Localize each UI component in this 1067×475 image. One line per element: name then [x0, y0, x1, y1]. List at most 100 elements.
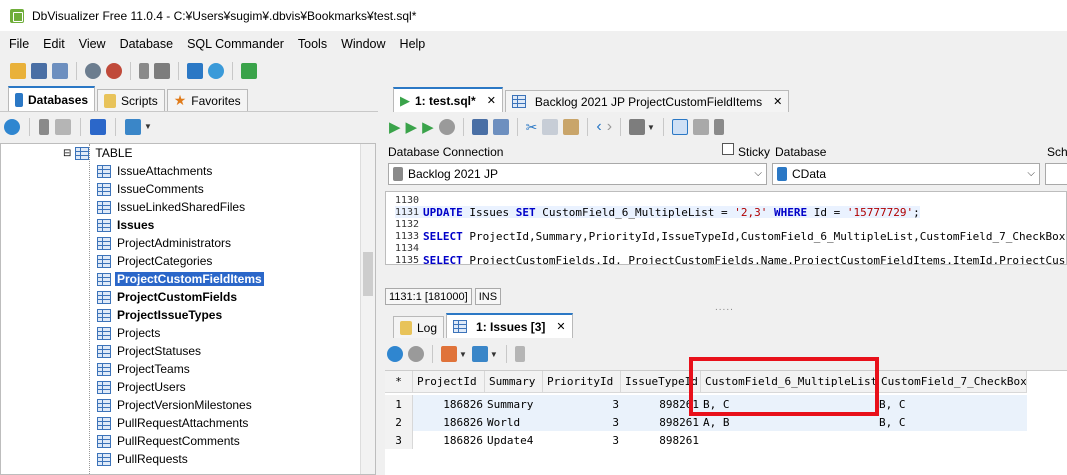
- row-number[interactable]: 3: [385, 431, 413, 449]
- copy-icon[interactable]: [542, 119, 559, 135]
- menu-view[interactable]: View: [72, 37, 113, 51]
- tools-icon[interactable]: [629, 119, 646, 135]
- table-cell[interactable]: B, C: [877, 413, 1027, 431]
- table-cell[interactable]: Summary: [485, 395, 543, 413]
- table-cell[interactable]: [701, 431, 877, 449]
- tree-item-table[interactable]: IssueLinkedSharedFiles: [97, 198, 247, 216]
- table-cell[interactable]: A, B: [701, 413, 877, 431]
- refresh-icon[interactable]: [4, 118, 20, 135]
- column-header[interactable]: ProjectId: [413, 371, 485, 393]
- monitor-icon[interactable]: [208, 63, 224, 79]
- tab-project-custom-field-items[interactable]: Backlog 2021 JP ProjectCustomFieldItems …: [504, 90, 790, 112]
- table-cell[interactable]: 186826: [413, 413, 485, 431]
- database-connection-select[interactable]: Backlog 2021 JP ⌵: [388, 163, 767, 185]
- tools-icon[interactable]: [154, 63, 170, 79]
- layout-toggle-icon[interactable]: [671, 119, 688, 135]
- table-cell[interactable]: 898261: [621, 431, 701, 449]
- chevron-down-icon[interactable]: ▼: [490, 350, 498, 359]
- stop-icon[interactable]: [438, 119, 455, 135]
- menu-database[interactable]: Database: [113, 37, 181, 51]
- execute-icon[interactable]: ▶: [389, 118, 401, 136]
- menu-sql-commander[interactable]: SQL Commander: [180, 37, 291, 51]
- tree-item-table[interactable]: ProjectIssueTypes: [97, 306, 224, 324]
- tree-item-table[interactable]: PullRequests: [97, 450, 190, 468]
- connect-icon[interactable]: [85, 63, 101, 79]
- stop-icon[interactable]: [408, 346, 424, 362]
- save-icon[interactable]: [471, 119, 488, 135]
- table-cell[interactable]: 898261: [621, 413, 701, 431]
- run-icon[interactable]: [241, 63, 257, 79]
- tree-item-table[interactable]: ProjectVersionMilestones: [97, 396, 254, 414]
- tree-item-table[interactable]: IssueAttachments: [97, 162, 214, 180]
- tab-test-sql[interactable]: ▶ 1: test.sql* ✕: [393, 87, 503, 112]
- tree-scrollbar[interactable]: [360, 144, 375, 474]
- cut-icon[interactable]: ✂: [526, 119, 538, 136]
- back-icon[interactable]: ‹: [596, 118, 601, 136]
- table-cell[interactable]: B, C: [877, 395, 1027, 413]
- row-number[interactable]: 1: [385, 395, 413, 413]
- column-header[interactable]: Summary: [485, 371, 543, 393]
- save-as-icon[interactable]: [492, 119, 509, 135]
- database-select[interactable]: CData ⌵: [772, 163, 1040, 185]
- filter-icon[interactable]: [125, 118, 141, 135]
- form-view-icon[interactable]: [514, 346, 525, 362]
- tree-item-table[interactable]: Issues: [97, 216, 156, 234]
- column-header[interactable]: CustomField_6_MultipleList: [701, 371, 877, 393]
- export-icon[interactable]: [441, 346, 457, 362]
- chevron-down-icon[interactable]: ▼: [144, 122, 152, 131]
- result-grid[interactable]: * ProjectId Summary PriorityId IssueTypeId Cu…: [385, 370, 1067, 475]
- tree-item-table[interactable]: PullRequestComments: [97, 432, 242, 450]
- save-icon[interactable]: [31, 63, 47, 79]
- tab-databases[interactable]: Databases: [8, 86, 96, 111]
- column-header[interactable]: PriorityId: [543, 371, 621, 393]
- schema-select[interactable]: [1045, 163, 1067, 185]
- tree-folder-table[interactable]: ⊟ TABLE: [63, 144, 135, 162]
- grid-view-icon[interactable]: [471, 346, 488, 362]
- tree-item-table[interactable]: IssueComments: [97, 180, 206, 198]
- table-row[interactable]: 2 186826 World 3 898261 A, B B, C: [385, 413, 1067, 431]
- execute-current-icon[interactable]: ▶: [406, 118, 418, 136]
- table-cell[interactable]: 186826: [413, 395, 485, 413]
- table-cell[interactable]: B, C: [701, 395, 877, 413]
- table-cell[interactable]: 3: [543, 431, 621, 449]
- table-icon[interactable]: [187, 63, 203, 79]
- tree-item-table[interactable]: ProjectUsers: [97, 378, 188, 396]
- table-cell[interactable]: 186826: [413, 431, 485, 449]
- table-cell[interactable]: 3: [543, 395, 621, 413]
- tree-item-table[interactable]: ProjectCustomFields: [97, 288, 239, 306]
- tree-item-table[interactable]: PullRequestAttachments: [97, 414, 250, 432]
- forward-icon[interactable]: ›: [607, 118, 612, 136]
- tree-item-table[interactable]: ProjectCategories: [97, 252, 214, 270]
- table-cell[interactable]: World: [485, 413, 543, 431]
- tree-item-table[interactable]: ProjectStatuses: [97, 342, 203, 360]
- menu-file[interactable]: File: [2, 37, 36, 51]
- paste-icon[interactable]: [563, 119, 580, 135]
- tree-item-table[interactable]: ProjectAdministrators: [97, 234, 233, 252]
- refresh-icon[interactable]: [387, 346, 403, 362]
- tree-item-table[interactable]: ProjectTeams: [97, 360, 192, 378]
- table-row[interactable]: 1 186826 Summary 3 898261 B, C B, C: [385, 395, 1067, 413]
- row-number[interactable]: 2: [385, 413, 413, 431]
- layout-split-icon[interactable]: [692, 119, 709, 135]
- tab-scripts[interactable]: Scripts: [97, 89, 165, 111]
- table-cell[interactable]: [877, 431, 1027, 449]
- tree-item-table[interactable]: ProjectCustomFieldItems: [97, 270, 264, 288]
- tab-log[interactable]: Log: [393, 316, 445, 338]
- folder-icon[interactable]: [55, 118, 71, 135]
- tab-favorites[interactable]: ★ Favorites: [166, 89, 248, 111]
- column-header[interactable]: *: [385, 371, 413, 393]
- collapse-toggle-icon[interactable]: ⊟: [63, 148, 71, 159]
- database-tree[interactable]: ⊟ TABLE IssueAttachments IssueComments Iss…: [0, 143, 376, 475]
- database-icon[interactable]: [139, 63, 149, 79]
- save-all-icon[interactable]: [52, 63, 68, 79]
- table-cell[interactable]: Update4: [485, 431, 543, 449]
- table-cell[interactable]: 3: [543, 413, 621, 431]
- column-header[interactable]: IssueTypeId: [621, 371, 701, 393]
- table-row[interactable]: 3 186826 Update4 3 898261: [385, 431, 1067, 449]
- sql-editor[interactable]: 1130 1131 UPDATE Issues SET CustomField_6_…: [385, 191, 1067, 265]
- menu-edit[interactable]: Edit: [36, 37, 72, 51]
- chevron-down-icon[interactable]: ▼: [459, 350, 467, 359]
- splitter-handle[interactable]: .....: [715, 302, 734, 313]
- database-icon[interactable]: [713, 119, 724, 135]
- table-cell[interactable]: 898261: [621, 395, 701, 413]
